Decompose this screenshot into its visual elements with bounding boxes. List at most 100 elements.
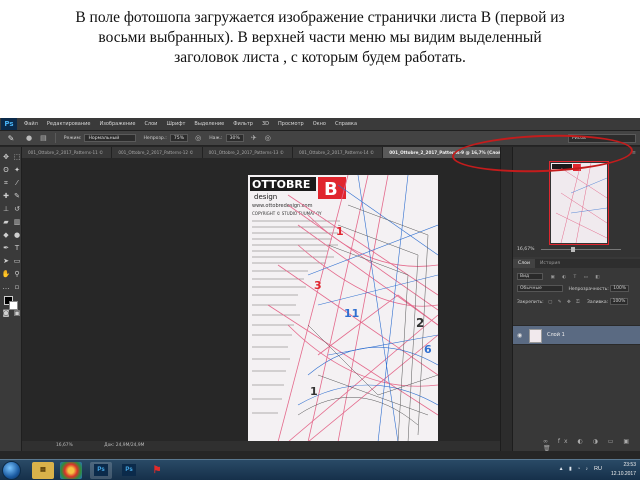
history-brush-tool-icon[interactable]: ↺ [12,203,22,215]
tray-icons[interactable]: ▲ ▮ ◔ ♪ [559,466,590,472]
tab-layers[interactable]: Слои [513,259,535,268]
acrobat-icon[interactable]: ⚑ [146,462,168,479]
crop-tool-icon[interactable]: ⌗ [1,177,11,189]
move-tool-icon[interactable]: ✥ [1,151,11,163]
menu-type[interactable]: Шрифт [162,121,190,127]
opacity-label: Непрозр.: [143,135,167,141]
menu-bar: Ps Файл Редактирование Изображение Слои … [0,118,640,131]
layer-thumbnail [529,329,542,343]
pattern-number-11: 11 [344,307,359,320]
tab-patterns-11[interactable]: 001_Ottobre_2_2017_Patterns-11 © [22,147,113,158]
eraser-tool-icon[interactable]: ▰ [1,216,11,228]
tab-patterns-13[interactable]: 001_Ottobre_2_2017_Patterns-13 © [202,147,293,158]
menu-image[interactable]: Изображение [95,121,140,127]
photoshop-logo: Ps [1,118,17,130]
layer-row-layer-1[interactable]: ◉ Слой 1 [513,325,640,345]
filter-icons[interactable]: ▣ ◐ T ▭ ◧ [550,275,602,280]
navigator-zoom[interactable]: 16,67% [517,247,535,252]
clock[interactable]: 23:53 12.10.2017 [611,461,636,479]
menu-layers[interactable]: Слои [140,121,162,127]
opacity-label: Непрозрачность: [568,287,609,292]
navigator-zoom-knob[interactable] [571,247,575,252]
pen-tool-icon[interactable]: ✒ [1,242,11,254]
canvas-area[interactable]: OTTOBRE design B www.ottobredesign.com C… [22,158,500,442]
color-swatches[interactable] [1,294,22,316]
start-button[interactable] [2,461,21,480]
lock-icons[interactable]: ▢ ✎ ✥ ⚿ [548,300,582,305]
path-selection-tool-icon[interactable]: ➤ [1,255,11,267]
status-zoom[interactable]: 16,67% [56,443,73,448]
menu-help[interactable]: Справка [331,121,362,127]
shape-tool-icon[interactable]: ▭ [12,255,22,267]
brand-logo: OTTOBRE [252,178,310,191]
type-tool-icon[interactable]: T [12,242,22,254]
blend-mode-select[interactable]: Обычные [517,285,563,292]
pressure-size-icon[interactable]: ◎ [265,134,271,142]
taskbar-photoshop-active[interactable]: Ps [90,462,112,479]
fill-label: Заливка: [587,300,609,305]
website-text: www.ottobredesign.com [252,203,313,209]
pattern-sheet-document[interactable]: OTTOBRE design B www.ottobredesign.com C… [248,175,438,442]
airbrush-icon[interactable]: ✈ [251,134,257,142]
lasso-tool-icon[interactable]: ʘ [1,164,11,176]
menu-select[interactable]: Выделение [190,121,229,127]
lock-label: Закрепить: [517,300,544,305]
pattern-number-1b: 1 [310,385,318,398]
collapsed-panels-strip[interactable] [500,147,512,451]
gradient-tool-icon[interactable]: ▥ [12,216,22,228]
pattern-sheet-image: OTTOBRE design B www.ottobredesign.com C… [248,175,438,442]
brush-size-icon[interactable]: ● [26,134,32,142]
copyright-text: COPYRIGHT © STUDIO TUUMAT OY [252,211,322,216]
caption-line-3: заголовок листа , с которым будем работа… [174,49,466,66]
visibility-eye-icon[interactable]: ◉ [517,332,522,339]
more-tools-icon[interactable]: … [1,281,11,293]
menu-3d[interactable]: 3D [258,121,274,127]
layer-filter-row: Вид ▣ ◐ T ▭ ◧ [513,273,640,280]
zoom-tool-icon[interactable]: ⚲ [12,268,22,280]
marquee-tool-icon[interactable]: ⬚ [12,151,22,163]
layers-footer-icons[interactable]: ∞ fx ◐ ◑ ▭ ▣ 🗑 [543,438,640,452]
opacity-field[interactable]: 100% [610,285,630,292]
photoshop-window: Ps Файл Редактирование Изображение Слои … [0,118,640,480]
fill-field[interactable]: 100% [609,298,629,305]
language-indicator[interactable]: RU [594,466,602,472]
brand-sub: design [254,193,277,201]
brush-tool-icon[interactable]: ✎ [0,134,22,143]
options-divider [54,133,56,143]
brush-tool-active-icon[interactable]: ✎ [12,190,22,202]
blur-tool-icon[interactable]: ◆ [1,229,11,241]
clock-time: 23:53 [623,462,636,468]
taskbar-photoshop-2[interactable]: Ps [118,462,140,479]
tab-patterns-12[interactable]: 001_Ottobre_2_2017_Patterns-12 © [112,147,203,158]
stamp-tool-icon[interactable]: ⊥ [1,203,11,215]
menu-file[interactable]: Файл [20,121,43,127]
dodge-tool-icon[interactable]: ● [12,229,22,241]
opacity-field[interactable]: 75% [169,134,189,142]
background-color-swatch[interactable] [9,301,18,310]
menu-edit[interactable]: Редактирование [43,121,96,127]
layer-name[interactable]: Слой 1 [547,332,565,338]
sheet-letter: B [324,179,338,200]
brush-panel-icon[interactable]: ▤ [40,134,47,142]
pressure-opacity-icon[interactable]: ◎ [195,134,201,142]
chrome-icon[interactable] [60,462,82,479]
tab-history[interactable]: История [535,259,565,268]
eyedropper-tool-icon[interactable]: ⁄ [12,177,22,189]
menu-window[interactable]: Окно [309,121,331,127]
mode-select[interactable]: Нормальный [84,134,137,142]
healing-tool-icon[interactable]: ✚ [1,190,11,202]
layer-kind-filter[interactable]: Вид [517,273,543,280]
menu-view[interactable]: Просмотр [274,121,309,127]
explorer-folder-icon[interactable]: ▤ [32,462,54,479]
menu-filter[interactable]: Фильтр [229,121,258,127]
flow-field[interactable]: 30% [225,134,244,142]
extra-tool-icon[interactable]: ▫ [12,281,22,293]
navigator-zoom-slider[interactable] [541,249,621,250]
pattern-number-1: 1 [336,225,344,238]
magic-wand-tool-icon[interactable]: ✦ [12,164,22,176]
hand-tool-icon[interactable]: ✋ [1,268,11,280]
tab-patterns-14[interactable]: 001_Ottobre_2_2017_Patterns-14 © [292,147,384,158]
status-bar: 16,67% Док: 24,9M/24,9M [22,441,500,451]
navigator-view-box[interactable] [549,161,609,245]
windows-taskbar: ▤ Ps Ps ⚑ ▲ ▮ ◔ ♪ RU 23:53 12.10.2017 [0,459,640,480]
